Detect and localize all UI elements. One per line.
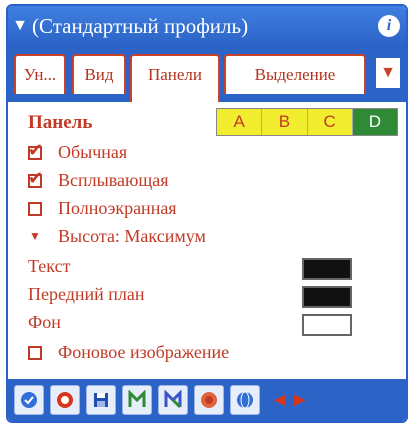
tab-strip: Ун... Вид Панели Выделение ▼: [8, 46, 406, 106]
import-icon[interactable]: [158, 385, 188, 415]
tab-view[interactable]: Вид: [72, 54, 126, 94]
text-color-label: Текст: [28, 256, 71, 276]
bottom-toolbar: ◄ ►: [8, 379, 406, 421]
export-icon[interactable]: [122, 385, 152, 415]
height-selector[interactable]: ▼ Высота: Максимум: [28, 226, 206, 247]
option-popup[interactable]: Всплывающая: [28, 168, 169, 191]
nav-arrows: ◄ ►: [270, 389, 310, 412]
panel-heading: Панель: [28, 112, 93, 133]
option-bg-image[interactable]: Фоновое изображение: [28, 342, 229, 363]
title-dropdown-icon[interactable]: ▼: [8, 17, 32, 35]
arrow-left-icon[interactable]: ◄: [270, 389, 290, 412]
tab-selection[interactable]: Выделение: [224, 54, 366, 94]
settings-window: ▼ (Стандартный профиль) i Ун... Вид Пане…: [6, 4, 408, 423]
option-popup-label: Всплывающая: [58, 170, 169, 190]
option-fullscreen-label: Полноэкранная: [58, 198, 177, 218]
arrow-right-icon[interactable]: ►: [290, 389, 310, 412]
swatch-c[interactable]: C: [306, 109, 352, 135]
bg-image-checkbox[interactable]: [28, 345, 42, 360]
tab-panels[interactable]: Панели: [130, 54, 220, 106]
tab-un[interactable]: Ун...: [14, 54, 66, 94]
swatch-a[interactable]: A: [217, 109, 262, 135]
swatch-b[interactable]: B: [261, 109, 307, 135]
option-normal-label: Обычная: [58, 142, 128, 162]
record-icon[interactable]: [194, 385, 224, 415]
height-label: Высота: Максимум: [58, 226, 206, 246]
chevron-down-icon: ▼: [29, 229, 41, 243]
tabs-more-icon[interactable]: ▼: [376, 58, 400, 88]
check-icon[interactable]: [14, 385, 44, 415]
info-icon[interactable]: i: [378, 15, 400, 37]
color-scheme-swatches[interactable]: A B C D: [216, 108, 398, 136]
globe-icon[interactable]: [230, 385, 260, 415]
option-normal[interactable]: Обычная: [28, 140, 128, 163]
text-color-box[interactable]: [302, 258, 352, 280]
foreground-color-label: Передний план: [28, 284, 145, 304]
background-color-label: Фон: [28, 312, 61, 332]
bg-image-label: Фоновое изображение: [58, 342, 230, 362]
popup-checkbox[interactable]: [28, 168, 43, 189]
option-fullscreen[interactable]: Полноэкранная: [28, 198, 177, 219]
background-color-box[interactable]: [302, 314, 352, 336]
normal-checkbox[interactable]: [28, 140, 43, 161]
title-bar: ▼ (Стандартный профиль) i: [8, 6, 406, 46]
save-icon[interactable]: [86, 385, 116, 415]
swatch-d[interactable]: D: [351, 109, 397, 135]
stop-icon[interactable]: [50, 385, 80, 415]
foreground-color-box[interactable]: [302, 286, 352, 308]
panel-content: Панель A B C D Обычная Всплывающая Полно…: [8, 102, 406, 382]
fullscreen-checkbox[interactable]: [28, 201, 42, 216]
window-title: (Стандартный профиль): [32, 13, 249, 38]
